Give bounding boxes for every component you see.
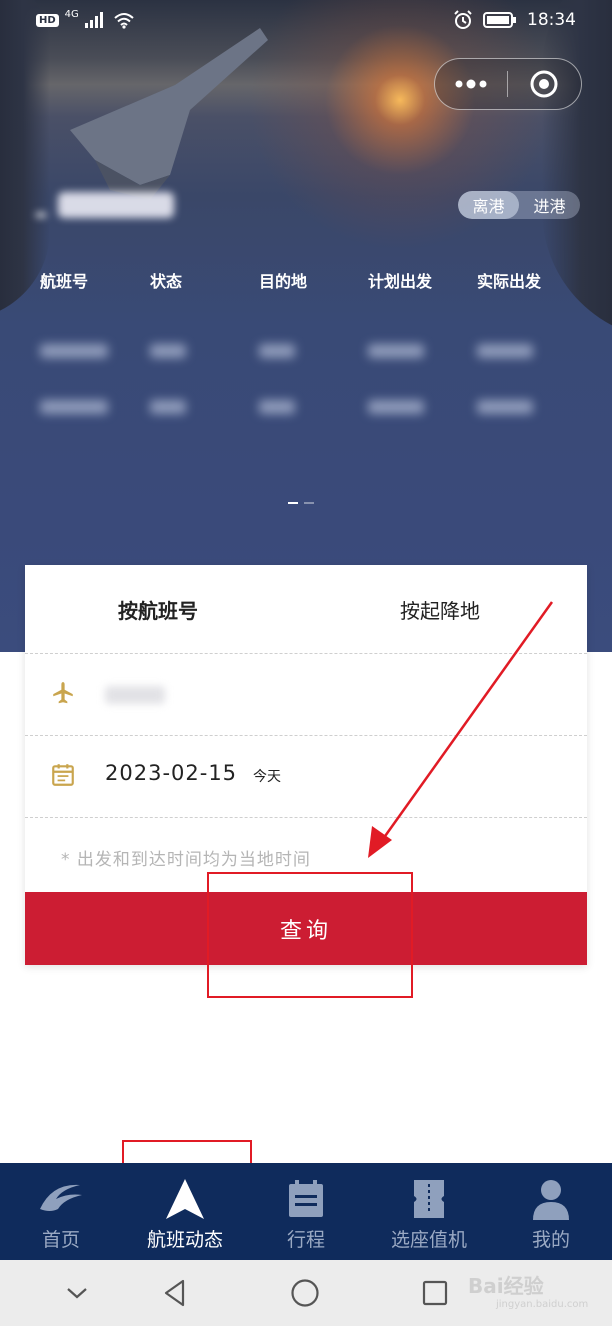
back-triangle-icon[interactable] xyxy=(160,1278,190,1308)
tab-home-label: 首页 xyxy=(41,1229,80,1251)
baidu-watermark: Bai经验 jingyan.baidu.com xyxy=(468,1270,588,1310)
chevron-down-icon[interactable] xyxy=(62,1278,92,1308)
watermark-text: Bai经验 xyxy=(468,1274,544,1298)
tab-itinerary[interactable]: 行程 xyxy=(270,1163,342,1260)
tab-profile[interactable]: 我的 xyxy=(515,1163,587,1260)
tab-flight-status-label: 航班动态 xyxy=(146,1229,223,1251)
tab-seat-checkin-label: 选座值机 xyxy=(390,1229,467,1251)
bottom-tab-bar: 首页 航班动态 行程 选座值机 我的 xyxy=(0,1163,612,1260)
tab-home[interactable]: 首页 xyxy=(20,1163,102,1260)
plane-arrow-icon xyxy=(166,1179,204,1219)
ticket-icon xyxy=(414,1180,444,1218)
airline-logo-icon xyxy=(40,1184,82,1211)
annotation-arrow-icon xyxy=(368,601,554,858)
person-icon xyxy=(533,1180,569,1220)
itinerary-icon xyxy=(289,1180,323,1217)
tab-itinerary-label: 行程 xyxy=(286,1229,325,1251)
tab-seat-checkin[interactable]: 选座值机 xyxy=(378,1163,480,1260)
tab-flight-status[interactable]: 航班动态 xyxy=(135,1163,235,1260)
watermark-sub: jingyan.baidu.com xyxy=(496,1299,589,1310)
recents-square-icon[interactable] xyxy=(420,1278,450,1308)
tab-profile-label: 我的 xyxy=(531,1229,570,1251)
home-circle-icon[interactable] xyxy=(290,1278,320,1308)
